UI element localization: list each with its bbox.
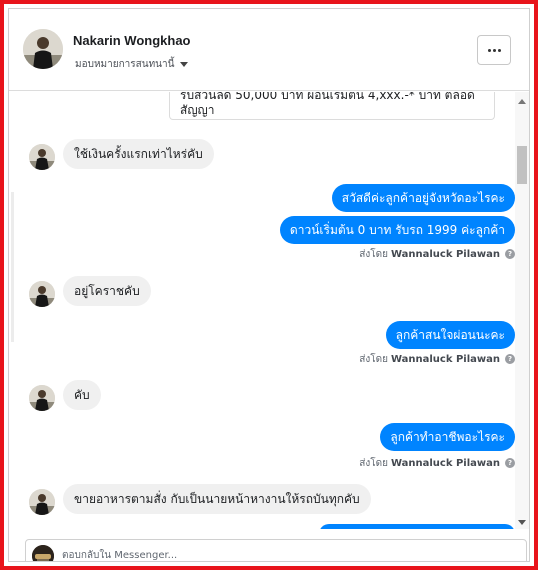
sent-by-prefix: ส่งโดย <box>359 353 388 365</box>
message-bubble-outgoing: สวัสดีค่ะลูกค้าอยู่จังหวัดอะไรคะ <box>331 184 515 212</box>
sent-by-label: ส่งโดย Wannaluck Pilawan ? <box>359 456 515 470</box>
message-bubble-outgoing: ดาวน์เริ่มต้น 0 บาท รับรถ 1999 ค่ะลูกค้า <box>279 216 515 244</box>
message-bubble-incoming: อยู่โคราชคับ <box>63 276 151 306</box>
message-bubble-outgoing: ลูกค้าทำอาชีพอะไรคะ <box>380 423 515 451</box>
conversation-panel: Nakarin Wongkhao มอบหมายการสนทนานี้ รับส… <box>8 8 530 562</box>
more-dot-icon <box>487 48 491 52</box>
scroll-down-icon[interactable] <box>518 520 526 525</box>
help-icon[interactable]: ? <box>505 458 515 468</box>
help-icon[interactable]: ? <box>505 354 515 364</box>
sent-by-label: ส่งโดย Wannaluck Pilawan ? <box>359 352 515 366</box>
window-frame: Nakarin Wongkhao มอบหมายการสนทนานี้ รับส… <box>0 0 538 570</box>
message-bubble-incoming: ขายอาหารตามสั่ง กับเป็นนายหน้าหางานให้รถ… <box>63 484 371 514</box>
message-bubble-outgoing <box>319 524 515 529</box>
avatar <box>29 489 55 515</box>
more-dot-icon <box>497 48 501 52</box>
sent-by-label: ส่งโดย Wannaluck Pilawan ? <box>359 247 515 261</box>
sent-by-prefix: ส่งโดย <box>359 248 388 260</box>
assign-label: มอบหมายการสนทนานี้ <box>75 59 175 70</box>
sender-name: Wannaluck Pilawan <box>390 248 500 260</box>
sender-name: Wannaluck Pilawan <box>390 353 500 365</box>
help-icon[interactable]: ? <box>505 249 515 259</box>
chevron-down-icon <box>180 62 189 67</box>
avatar <box>29 281 55 307</box>
more-dot-icon <box>492 48 496 52</box>
page-avatar <box>32 545 54 561</box>
reply-composer[interactable] <box>25 539 527 561</box>
scrollbar-thumb[interactable] <box>517 146 527 184</box>
message-bubble-incoming: คับ <box>63 380 101 410</box>
sent-by-prefix: ส่งโดย <box>359 457 388 469</box>
divider <box>11 192 14 342</box>
avatar <box>29 385 55 411</box>
scrollbar[interactable] <box>515 92 529 529</box>
avatar[interactable] <box>23 29 63 69</box>
sender-name: Wannaluck Pilawan <box>390 457 500 469</box>
message-card-snippet: รับส่วนลด 50,000 บาท ผ่อนเริ่มต้น 4,xxx.… <box>169 92 495 120</box>
scroll-up-icon[interactable] <box>518 99 526 104</box>
contact-name[interactable]: Nakarin Wongkhao <box>73 33 191 48</box>
message-bubble-incoming: ใช้เงินครั้งแรกเท่าไหร่คับ <box>63 139 214 169</box>
avatar <box>29 144 55 170</box>
conversation-header: Nakarin Wongkhao มอบหมายการสนทนานี้ <box>9 9 529 91</box>
message-bubble-outgoing: ลูกค้าสนใจผ่อนนะคะ <box>385 321 515 349</box>
message-list[interactable]: รับส่วนลด 50,000 บาท ผ่อนเริ่มต้น 4,xxx.… <box>9 92 515 529</box>
assign-conversation-dropdown[interactable]: มอบหมายการสนทนานี้ <box>75 57 189 72</box>
more-options-button[interactable] <box>477 35 511 65</box>
reply-input[interactable] <box>62 540 502 561</box>
